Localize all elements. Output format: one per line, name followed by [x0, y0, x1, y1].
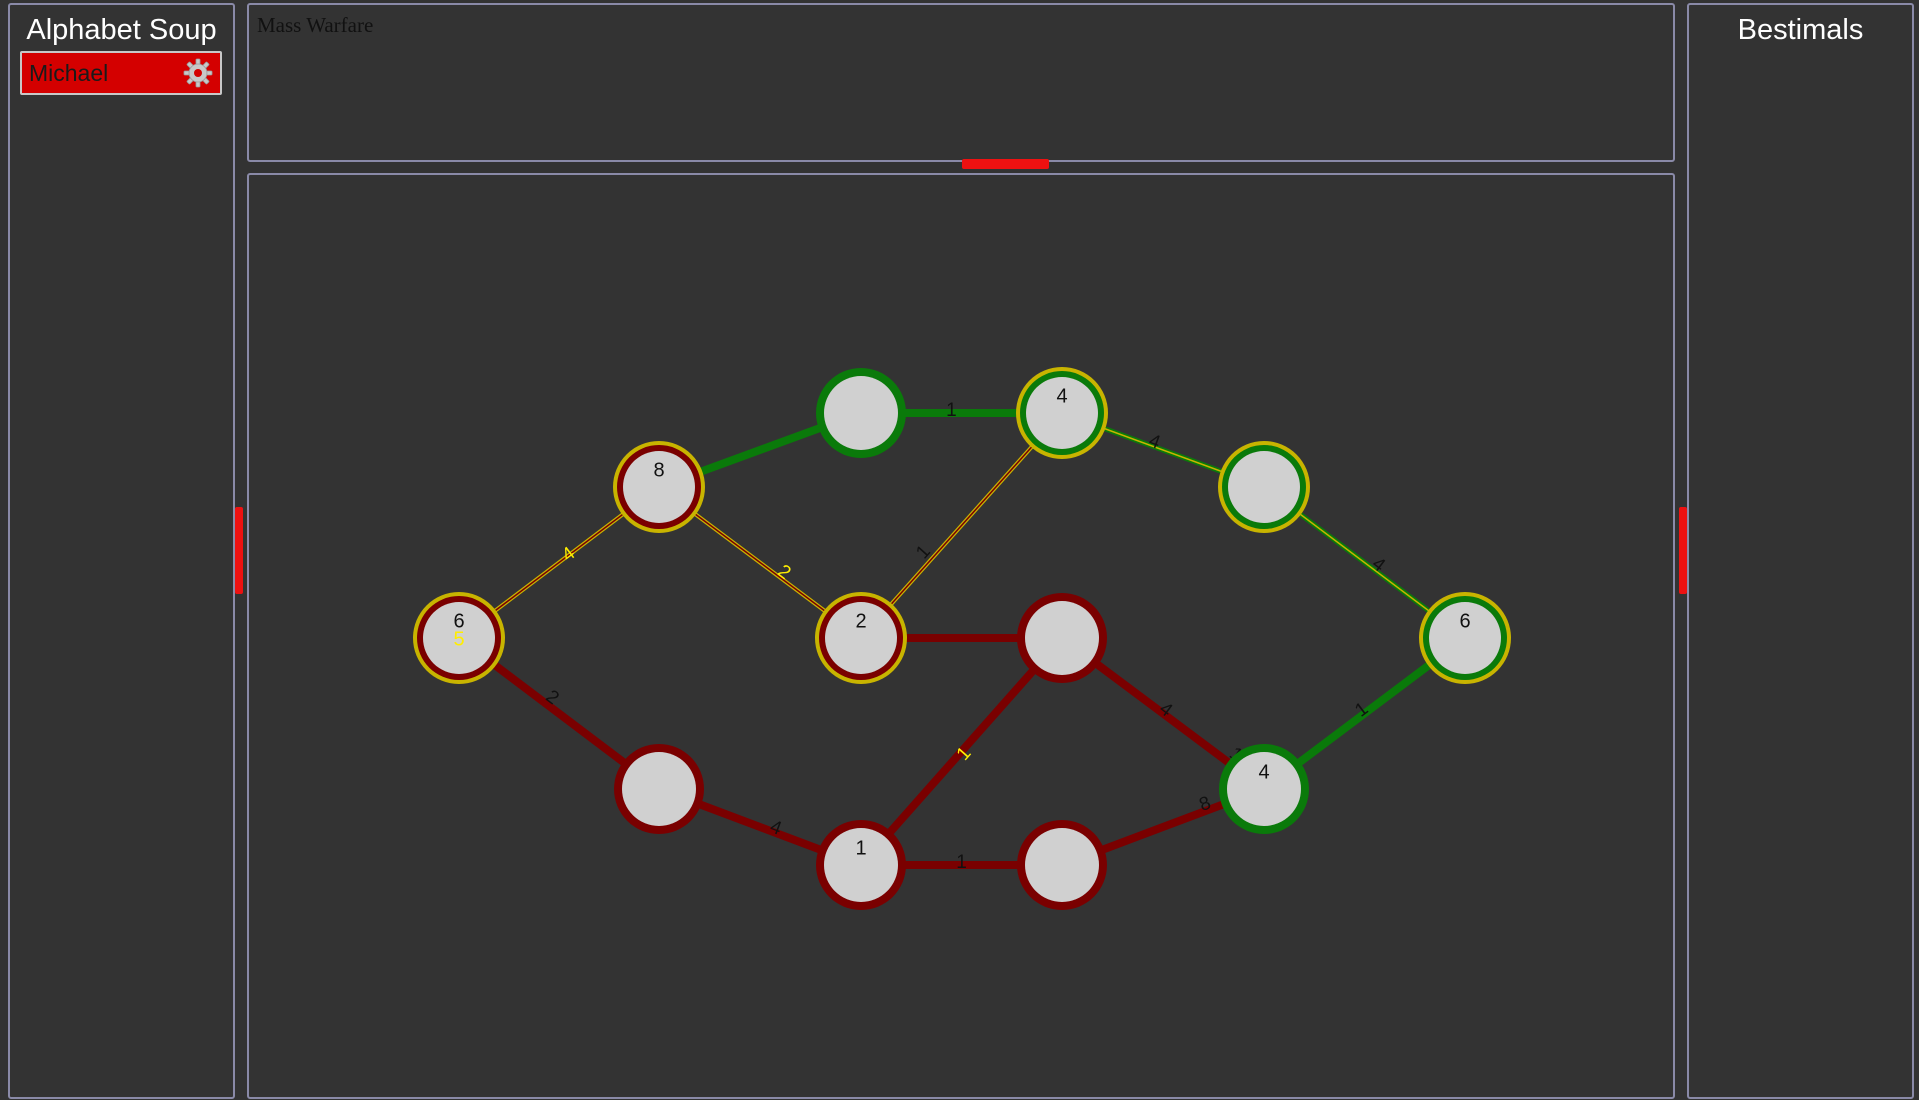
node-army-count: 4 — [1056, 385, 1067, 407]
right-panel-resize-handle[interactable] — [1679, 507, 1687, 594]
node-army-count: 2 — [855, 610, 866, 632]
left-team-panel: Alphabet Soup Michael — [8, 3, 235, 1099]
territory-node-n1[interactable]: 65 — [413, 592, 505, 684]
left-team-title: Alphabet Soup — [26, 14, 217, 46]
territory-node-n9[interactable] — [1017, 820, 1107, 910]
territory-node-n5[interactable]: 2 — [815, 592, 907, 684]
left-panel-resize-handle[interactable] — [235, 507, 243, 594]
edge-label-e17: 4 — [1368, 553, 1389, 576]
game-log-text: Mass Warfare — [257, 13, 374, 37]
territory-node-n10[interactable] — [1218, 441, 1310, 533]
territory-node-n7[interactable]: 4 — [1016, 367, 1108, 459]
territory-node-n3[interactable] — [614, 744, 704, 834]
game-board: 426241181144101841 65821446 — [413, 367, 1511, 910]
edge-label-e11: 1 — [956, 852, 967, 873]
territory-node-n6[interactable]: 1 — [816, 820, 906, 910]
node-army-count: 1 — [855, 837, 866, 859]
edge-label-e4: 2 — [774, 561, 795, 584]
game-log-panel: Mass Warfare — [247, 3, 1675, 162]
gear-icon[interactable] — [183, 58, 213, 88]
territory-node-n2[interactable]: 8 — [613, 441, 705, 533]
territory-node-n12[interactable]: 6 — [1419, 592, 1511, 684]
right-team-panel: Bestimals — [1687, 3, 1914, 1099]
player-card-michael[interactable]: Michael — [20, 51, 222, 95]
territory-node-n8[interactable] — [1017, 593, 1107, 683]
territory-node-n4[interactable] — [816, 368, 906, 458]
node-fill — [1025, 828, 1099, 902]
node-fill — [824, 376, 898, 450]
node-army-count: 4 — [1258, 761, 1269, 783]
node-fill — [622, 752, 696, 826]
edge-label-e6: 1 — [946, 400, 957, 421]
node-fill — [1228, 451, 1300, 523]
node-pending-count: 5 — [453, 628, 464, 650]
right-team-title: Bestimals — [1737, 14, 1864, 46]
player-name: Michael — [29, 60, 109, 86]
node-army-count: 8 — [653, 459, 664, 481]
territory-node-n11[interactable]: 4 — [1219, 744, 1309, 834]
game-board-panel: 426241181144101841 65821446 — [247, 173, 1675, 1099]
top-panel-resize-handle[interactable] — [962, 159, 1049, 169]
node-fill — [1025, 601, 1099, 675]
node-army-count: 6 — [1459, 610, 1470, 632]
